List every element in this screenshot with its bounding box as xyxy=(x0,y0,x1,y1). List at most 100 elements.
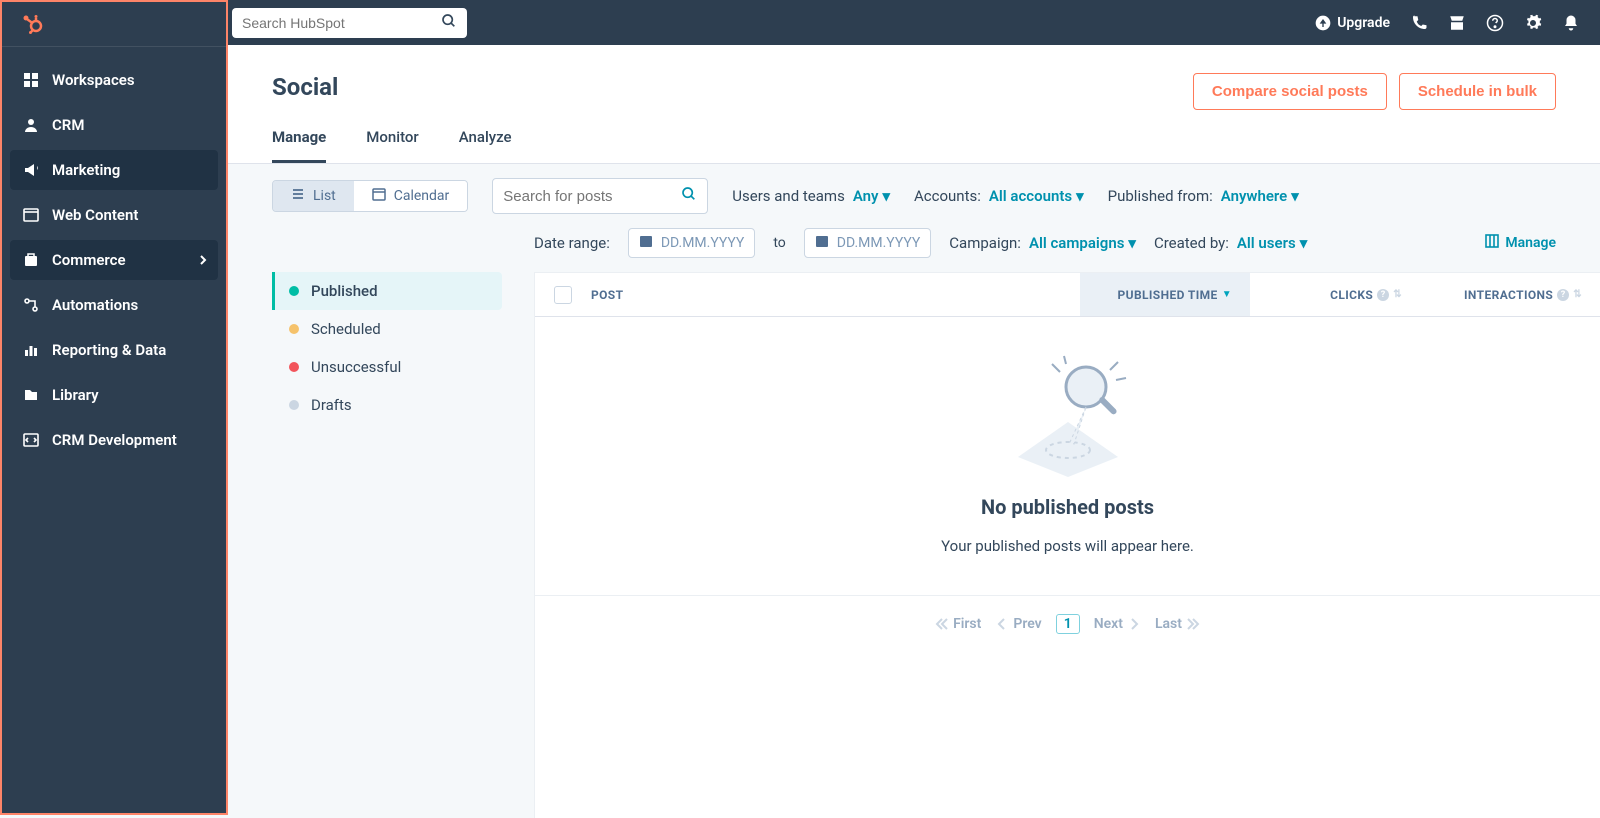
search-icon xyxy=(441,13,457,33)
empty-state: No published posts Your published posts … xyxy=(535,317,1600,595)
library-icon xyxy=(22,386,40,404)
pager-prev-label: Prev xyxy=(1013,616,1041,632)
sidebar-item-label: Reporting & Data xyxy=(52,341,166,359)
tabs: Manage Monitor Analyze xyxy=(228,110,1600,164)
filter-publishedfrom[interactable]: Published from: Anywhere▾ xyxy=(1108,187,1299,205)
crm-icon xyxy=(22,116,40,134)
pager-next[interactable]: Next xyxy=(1094,616,1141,632)
filter-campaign[interactable]: Campaign: All campaigns▾ xyxy=(949,234,1136,252)
tab-manage[interactable]: Manage xyxy=(272,128,326,163)
filter-createdby-value: All users xyxy=(1237,234,1296,252)
sidebar-item-reporting[interactable]: Reporting & Data xyxy=(10,330,218,370)
gear-icon[interactable] xyxy=(1524,14,1542,32)
sidebar-item-automations[interactable]: Automations xyxy=(10,285,218,325)
date-from-placeholder: DD.MM.YYYY xyxy=(661,235,745,251)
chevron-down-icon: ▾ xyxy=(1300,234,1308,252)
col-label: PUBLISHED TIME xyxy=(1118,288,1218,302)
sidebar-item-label: Commerce xyxy=(52,251,126,269)
hubspot-logo[interactable] xyxy=(2,2,226,47)
date-to-input[interactable]: DD.MM.YYYY xyxy=(804,228,932,258)
phone-icon[interactable] xyxy=(1410,14,1428,32)
date-from-input[interactable]: DD.MM.YYYY xyxy=(628,228,756,258)
tab-monitor[interactable]: Monitor xyxy=(366,128,418,163)
calendar-icon xyxy=(372,187,386,205)
post-search[interactable] xyxy=(492,178,708,214)
chevron-right-icon xyxy=(198,251,208,269)
status-unsuccessful[interactable]: Unsuccessful xyxy=(272,348,502,386)
megaphone-icon xyxy=(22,161,40,179)
workspaces-icon xyxy=(22,71,40,89)
filter-publishedfrom-value: Anywhere xyxy=(1221,187,1288,205)
help-icon: ? xyxy=(1377,289,1389,301)
col-clicks[interactable]: CLICKS ? ⇅ xyxy=(1250,288,1420,302)
sidebar-item-webcontent[interactable]: Web Content xyxy=(10,195,218,235)
sidebar-item-label: Workspaces xyxy=(52,71,135,89)
sidebar-item-crm[interactable]: CRM xyxy=(10,105,218,145)
manage-columns-link[interactable]: Manage xyxy=(1485,234,1556,252)
upgrade-button[interactable]: Upgrade xyxy=(1315,15,1390,31)
crmdev-icon xyxy=(22,431,40,449)
col-post[interactable]: POST xyxy=(591,288,1080,302)
filter-users-label: Users and teams xyxy=(732,187,845,205)
sidebar-item-library[interactable]: Library xyxy=(10,375,218,415)
pager-page-1[interactable]: 1 xyxy=(1056,614,1080,634)
manage-link-label: Manage xyxy=(1505,235,1556,251)
filter-accounts-value: All accounts xyxy=(989,187,1072,205)
view-calendar-button[interactable]: Calendar xyxy=(354,181,468,211)
status-dot-icon xyxy=(289,324,299,334)
pager-last[interactable]: Last xyxy=(1155,616,1202,632)
pager-prev[interactable]: Prev xyxy=(995,616,1041,632)
status-label: Scheduled xyxy=(311,320,381,338)
status-label: Unsuccessful xyxy=(311,358,401,376)
sidebar-item-label: Library xyxy=(52,386,99,404)
filter-accounts[interactable]: Accounts: All accounts▾ xyxy=(914,187,1084,205)
col-interactions[interactable]: INTERACTIONS ? ⇅ xyxy=(1420,288,1600,302)
status-published[interactable]: Published xyxy=(272,272,502,310)
view-toggle: List Calendar xyxy=(272,180,468,212)
compare-posts-button[interactable]: Compare social posts xyxy=(1193,73,1387,110)
filter-campaign-value: All campaigns xyxy=(1029,234,1124,252)
date-to-label: to xyxy=(773,235,785,251)
help-icon[interactable] xyxy=(1486,14,1504,32)
sidebar-item-label: Marketing xyxy=(52,161,120,179)
schedule-bulk-button[interactable]: Schedule in bulk xyxy=(1399,73,1556,110)
topbar: Upgrade xyxy=(0,0,1600,45)
page-title: Social xyxy=(272,73,338,101)
reporting-icon xyxy=(22,341,40,359)
sort-desc-icon: ▼ xyxy=(1222,289,1232,300)
marketplace-icon[interactable] xyxy=(1448,14,1466,32)
chevron-down-icon: ▾ xyxy=(1076,187,1084,205)
pagination: First Prev 1 Next Last xyxy=(535,595,1600,652)
filter-accounts-label: Accounts: xyxy=(914,187,981,205)
date-to-placeholder: DD.MM.YYYY xyxy=(837,235,921,251)
select-all-checkbox[interactable] xyxy=(535,286,591,304)
filter-users-value: Any xyxy=(853,187,879,205)
status-dot-icon xyxy=(289,362,299,372)
chevron-down-icon: ▾ xyxy=(1128,234,1136,252)
tab-analyze[interactable]: Analyze xyxy=(459,128,512,163)
sidebar-item-commerce[interactable]: Commerce xyxy=(10,240,218,280)
automations-icon xyxy=(22,296,40,314)
view-list-button[interactable]: List xyxy=(273,181,354,211)
sidebar-item-workspaces[interactable]: Workspaces xyxy=(10,60,218,100)
bell-icon[interactable] xyxy=(1562,14,1580,32)
filter-createdby[interactable]: Created by: All users▾ xyxy=(1154,234,1307,252)
filter-campaign-label: Campaign: xyxy=(949,234,1021,252)
post-search-input[interactable] xyxy=(503,188,663,205)
columns-icon xyxy=(1485,234,1499,252)
col-published-time[interactable]: PUBLISHED TIME ▼ xyxy=(1080,273,1250,316)
filter-users[interactable]: Users and teams Any▾ xyxy=(732,187,890,205)
view-calendar-label: Calendar xyxy=(394,188,450,204)
pager-first[interactable]: First xyxy=(933,616,981,632)
col-label: CLICKS xyxy=(1330,288,1373,302)
sidebar-item-marketing[interactable]: Marketing xyxy=(10,150,218,190)
main: Social Compare social posts Schedule in … xyxy=(228,45,1600,818)
status-label: Published xyxy=(311,282,378,300)
status-scheduled[interactable]: Scheduled xyxy=(272,310,502,348)
global-search-input[interactable] xyxy=(242,15,432,31)
sidebar-item-crmdev[interactable]: CRM Development xyxy=(10,420,218,460)
status-list: Published Scheduled Unsuccessful Drafts xyxy=(272,272,502,818)
status-drafts[interactable]: Drafts xyxy=(272,386,502,424)
help-icon: ? xyxy=(1557,289,1569,301)
global-search[interactable] xyxy=(232,8,467,38)
